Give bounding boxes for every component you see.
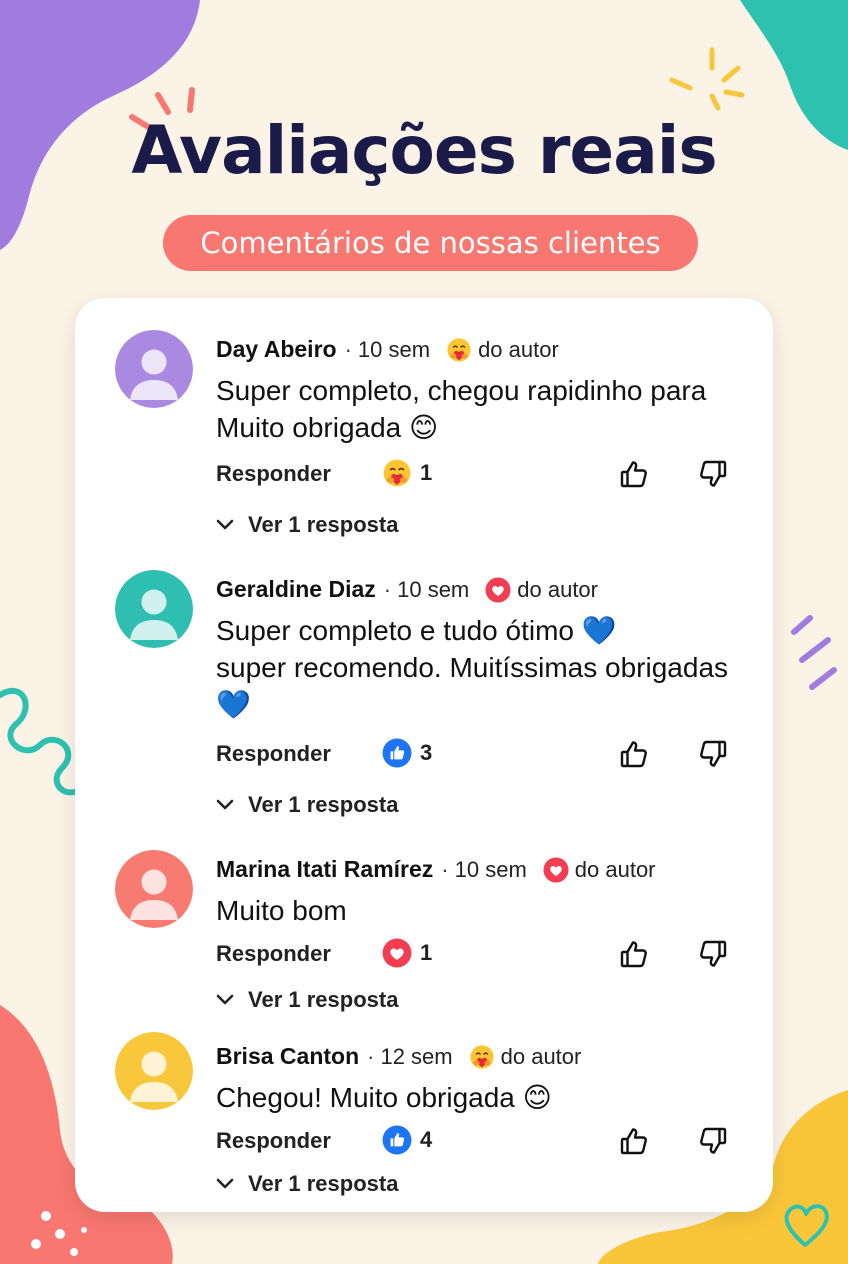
comment-meta: Geraldine Diaz · 10 sem do autor: [216, 576, 598, 603]
comment-actions: Responder 1: [216, 938, 736, 972]
thumbs-up-icon[interactable]: [619, 458, 649, 495]
thumbs-down-icon[interactable]: [698, 458, 728, 495]
view-replies-button[interactable]: Ver 1 resposta: [216, 512, 398, 538]
page-title: Avaliações reais: [131, 112, 717, 189]
author-reaction-label: do autor: [517, 576, 598, 602]
reaction-count: 4: [420, 1127, 433, 1152]
hug-emoji-icon: [382, 458, 412, 488]
subtitle-pill: Comentários de nossas clientes: [163, 215, 698, 271]
view-replies-label: Ver 1 resposta: [248, 1171, 399, 1196]
comment-text-line: Super completo e tudo ótimo 💙: [216, 615, 617, 646]
comment-time: 10 sem: [454, 856, 527, 882]
thumbs-up-icon[interactable]: [619, 1125, 649, 1162]
thumbs-down-icon[interactable]: [698, 1125, 728, 1162]
thumbs-down-icon[interactable]: [698, 938, 728, 975]
comment-time: 12 sem: [380, 1043, 453, 1069]
author-reaction-label: do autor: [500, 1043, 582, 1069]
heart-icon: [543, 856, 569, 883]
comment-text-line: Muito obrigada 😊: [216, 412, 439, 443]
view-replies-label: Ver 1 resposta: [248, 792, 399, 817]
comments-card: Day Abeiro · 10 sem do autor Super completo,…: [75, 298, 773, 1212]
thumbs-up-icon[interactable]: [619, 938, 649, 975]
separator-dot: ·: [367, 1043, 375, 1069]
reply-button[interactable]: Responder: [216, 941, 331, 967]
commenter-name[interactable]: Geraldine Diaz: [216, 576, 376, 603]
avatar[interactable]: [115, 1032, 193, 1110]
commenter-name[interactable]: Brisa Canton: [216, 1043, 359, 1070]
comment-text-line: Muito bom: [216, 895, 347, 926]
comment-text-line: 💙: [216, 689, 251, 720]
comment-text: Super completo e tudo ótimo 💙 super recom…: [216, 612, 756, 723]
comment-meta: Marina Itati Ramírez · 10 sem do autor: [216, 856, 656, 883]
chevron-down-icon: [216, 1178, 234, 1189]
reply-button[interactable]: Responder: [216, 461, 331, 487]
chevron-down-icon: [216, 994, 234, 1005]
view-replies-button[interactable]: Ver 1 resposta: [216, 987, 398, 1013]
comment-actions: Responder 3: [216, 738, 736, 772]
comment-text: Super completo, chegou rapidinho para Mui…: [216, 372, 756, 446]
comment-text-line: Super completo, chegou rapidinho para: [216, 375, 707, 406]
separator-dot: ·: [344, 336, 352, 362]
comment-text: Muito bom: [216, 892, 756, 929]
reaction-summary[interactable]: 1: [382, 938, 432, 968]
avatar[interactable]: [115, 850, 193, 928]
hug-emoji-icon: [469, 1044, 495, 1070]
view-replies-button[interactable]: Ver 1 resposta: [216, 1171, 398, 1197]
reaction-summary[interactable]: 3: [382, 738, 432, 768]
comment-actions: Responder 1: [216, 458, 736, 492]
comment-meta: Day Abeiro · 10 sem do autor: [216, 336, 559, 363]
reaction-summary[interactable]: 4: [382, 1125, 432, 1155]
comment-time: 10 sem: [357, 336, 431, 362]
avatar[interactable]: [115, 570, 193, 648]
reaction-count: 3: [420, 740, 433, 765]
reaction-summary[interactable]: 1: [382, 458, 432, 488]
heart-icon: [485, 576, 511, 603]
separator-dot: ·: [441, 856, 449, 882]
reaction-count: 1: [420, 940, 433, 965]
reply-button[interactable]: Responder: [216, 741, 331, 767]
comment-meta: Brisa Canton · 12 sem do autor: [216, 1043, 581, 1070]
comment-text: Chegou! Muito obrigada 😊: [216, 1079, 756, 1116]
chevron-down-icon: [216, 519, 234, 530]
subtitle-text: Comentários de nossas clientes: [200, 226, 661, 260]
commenter-name[interactable]: Day Abeiro: [216, 336, 337, 363]
author-reaction-label: do autor: [478, 336, 559, 362]
thumbs-up-icon[interactable]: [619, 738, 649, 775]
comment-text-line: super recomendo. Muitíssimas obrigadas: [216, 652, 729, 683]
comment-text-line: Chegou! Muito obrigada 😊: [216, 1082, 552, 1113]
avatar[interactable]: [115, 330, 193, 408]
like-icon: [382, 738, 412, 768]
comment-actions: Responder 4: [216, 1125, 736, 1159]
teal-squiggle: [0, 687, 77, 796]
author-reaction-label: do autor: [574, 856, 656, 882]
comment-time: 10 sem: [397, 576, 470, 602]
yellow-sparkle: [669, 47, 745, 111]
reaction-count: 1: [420, 460, 433, 485]
commenter-name[interactable]: Marina Itati Ramírez: [216, 856, 433, 883]
hug-emoji-icon: [446, 337, 472, 363]
chevron-down-icon: [216, 799, 234, 810]
view-replies-button[interactable]: Ver 1 resposta: [216, 792, 398, 818]
heart-icon: [382, 938, 412, 968]
thumbs-down-icon[interactable]: [698, 738, 728, 775]
view-replies-label: Ver 1 resposta: [248, 512, 399, 537]
like-icon: [382, 1125, 412, 1155]
purple-dashes: [791, 615, 837, 690]
separator-dot: ·: [383, 576, 392, 602]
view-replies-label: Ver 1 resposta: [248, 987, 399, 1012]
reply-button[interactable]: Responder: [216, 1128, 331, 1154]
